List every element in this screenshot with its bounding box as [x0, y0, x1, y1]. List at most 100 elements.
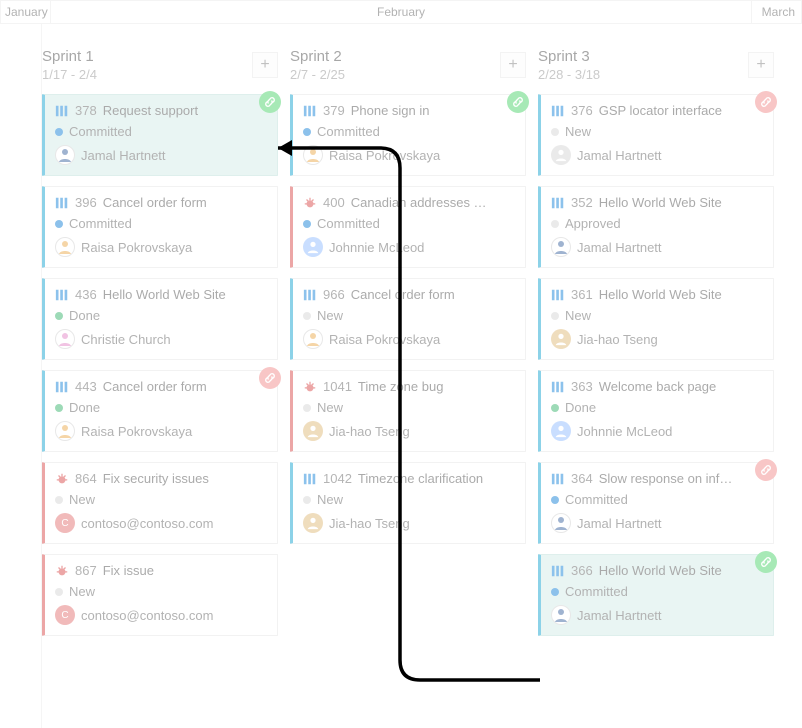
assignee-name: Jia-hao Tseng: [329, 516, 410, 531]
work-item-title: Cancel order form: [103, 379, 207, 394]
work-item-state: Committed: [565, 584, 628, 599]
link-icon: [760, 96, 772, 108]
avatar: [303, 329, 323, 349]
dependency-badge[interactable]: [259, 91, 281, 113]
work-item-id: 400: [323, 195, 345, 210]
assignee-name: Christie Church: [81, 332, 171, 347]
work-item-card[interactable]: 443Cancel order formDoneRaisa Pokrovskay…: [42, 370, 278, 452]
work-item-id: 352: [571, 195, 593, 210]
avatar: [551, 329, 571, 349]
state-dot-icon: [55, 496, 63, 504]
assignee-name: Jamal Hartnett: [577, 516, 662, 531]
dependency-badge[interactable]: [755, 91, 777, 113]
work-item-title: Time zone bug: [358, 379, 444, 394]
state-dot-icon: [55, 128, 63, 136]
work-item-card[interactable]: 864Fix security issuesNewCcontoso@contos…: [42, 462, 278, 544]
column-title[interactable]: Sprint 2: [290, 48, 345, 65]
work-item-card[interactable]: 378Request supportCommittedJamal Hartnet…: [42, 94, 278, 176]
bug-icon: [303, 196, 317, 210]
month-label: March: [751, 1, 801, 23]
work-item-id: 1041: [323, 379, 352, 394]
work-item-card[interactable]: 352Hello World Web SiteApprovedJamal Har…: [538, 186, 774, 268]
assignee-name: Raisa Pokrovskaya: [329, 332, 440, 347]
work-item-title: Timezone clarification: [358, 471, 483, 486]
link-icon: [512, 96, 524, 108]
work-item-id: 396: [75, 195, 97, 210]
assignee-name: Johnnie McLeod: [329, 240, 424, 255]
assignee-name: Jia-hao Tseng: [577, 332, 658, 347]
assignee-name: Jamal Hartnett: [81, 148, 166, 163]
state-dot-icon: [55, 312, 63, 320]
work-item-card[interactable]: 400 Canadian addresses … Committed Johnnie …: [290, 186, 526, 268]
work-item-card[interactable]: 436 Hello World Web SiteDone Christie Chur…: [42, 278, 278, 360]
work-item-title: Slow response on inf…: [599, 471, 733, 486]
dependency-badge[interactable]: [507, 91, 529, 113]
state-dot-icon: [551, 496, 559, 504]
work-item-state: New: [69, 492, 95, 507]
work-item-state: Committed: [317, 216, 380, 231]
dependency-badge[interactable]: [259, 367, 281, 389]
bug-icon: [303, 380, 317, 394]
work-item-id: 436: [75, 287, 97, 302]
backlog-item-icon: [551, 564, 565, 578]
work-item-state: Committed: [565, 492, 628, 507]
work-item-card[interactable]: 361Hello World Web SiteNewJia-hao Tseng: [538, 278, 774, 360]
avatar: [303, 237, 323, 257]
work-item-title: Hello World Web Site: [599, 287, 722, 302]
work-item-state: Approved: [565, 216, 621, 231]
work-item-card[interactable]: 1041Time zone bugNewJia-hao Tseng: [290, 370, 526, 452]
assignee-name: Raisa Pokrovskaya: [329, 148, 440, 163]
work-item-card[interactable]: 379Phone sign inCommittedRaisa Pokrovska…: [290, 94, 526, 176]
column-header: Sprint 32/28 - 3/18+: [538, 48, 774, 82]
assignee-name: Raisa Pokrovskaya: [81, 424, 192, 439]
avatar: [551, 513, 571, 533]
work-item-title: Hello World Web Site: [103, 287, 226, 302]
state-dot-icon: [551, 128, 559, 136]
sprint-board: Sprint 11/17 - 2/4+378Request supportCom…: [0, 24, 802, 656]
add-card-button[interactable]: +: [748, 52, 774, 78]
backlog-item-icon: [55, 288, 69, 302]
work-item-card[interactable]: 396Cancel order formCommittedRaisa Pokro…: [42, 186, 278, 268]
work-item-id: 966: [323, 287, 345, 302]
dependency-badge[interactable]: [755, 459, 777, 481]
month-label: February: [50, 1, 751, 23]
work-item-card[interactable]: 867Fix issueNewCcontoso@contoso.com: [42, 554, 278, 636]
work-item-card[interactable]: 363Welcome back pageDoneJohnnie McLeod: [538, 370, 774, 452]
work-item-title: Hello World Web Site: [599, 195, 722, 210]
state-dot-icon: [551, 220, 559, 228]
add-card-button[interactable]: +: [252, 52, 278, 78]
work-item-title: Request support: [103, 103, 198, 118]
work-item-id: 376: [571, 103, 593, 118]
column-date-range: 2/7 - 2/25: [290, 67, 345, 82]
avatar: [55, 329, 75, 349]
add-card-button[interactable]: +: [500, 52, 526, 78]
dependency-badge[interactable]: [755, 551, 777, 573]
work-item-title: GSP locator interface: [599, 103, 722, 118]
backlog-item-icon: [551, 104, 565, 118]
work-item-state: Committed: [317, 124, 380, 139]
work-item-title: Hello World Web Site: [599, 563, 722, 578]
avatar: [55, 145, 75, 165]
work-item-id: 364: [571, 471, 593, 486]
work-item-id: 867: [75, 563, 97, 578]
work-item-card[interactable]: 376GSP locator interfaceNewJamal Hartnet…: [538, 94, 774, 176]
work-item-state: Done: [69, 308, 100, 323]
column-title[interactable]: Sprint 3: [538, 48, 600, 65]
work-item-card[interactable]: 1042Timezone clarificationNewJia-hao Tse…: [290, 462, 526, 544]
work-item-state: Committed: [69, 216, 132, 231]
work-item-state: New: [317, 308, 343, 323]
column-title[interactable]: Sprint 1: [42, 48, 97, 65]
work-item-state: New: [317, 400, 343, 415]
work-item-card[interactable]: 966Cancel order formNewRaisa Pokrovskaya: [290, 278, 526, 360]
link-icon: [264, 96, 276, 108]
work-item-card[interactable]: 364 Slow response on inf… Committed Jamal H…: [538, 462, 774, 544]
avatar: C: [55, 605, 75, 625]
work-item-title: Canadian addresses …: [351, 195, 487, 210]
work-item-card[interactable]: 366Hello World Web SiteCommittedJamal Ha…: [538, 554, 774, 636]
work-item-state: Done: [565, 400, 596, 415]
backlog-item-icon: [303, 472, 317, 486]
work-item-title: Welcome back page: [599, 379, 717, 394]
backlog-item-icon: [55, 380, 69, 394]
work-item-id: 864: [75, 471, 97, 486]
state-dot-icon: [303, 128, 311, 136]
